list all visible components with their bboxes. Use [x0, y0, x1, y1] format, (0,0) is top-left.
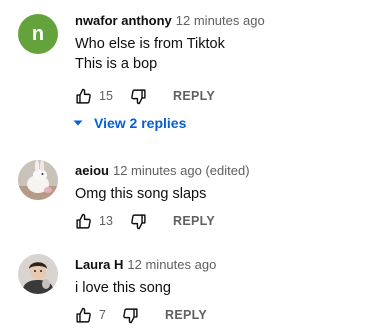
- thumbs-down-icon[interactable]: [129, 87, 147, 105]
- thumbs-up-icon[interactable]: [74, 87, 92, 105]
- like-count: 13: [99, 214, 113, 228]
- comment-actions: 7 REPLY: [74, 305, 207, 325]
- comment-text-line: Who else is from Tiktok: [75, 36, 225, 52]
- avatar[interactable]: n: [18, 14, 58, 54]
- like-count: 7: [99, 308, 106, 322]
- thumbs-up-icon[interactable]: [74, 212, 92, 230]
- comment-thread: Laura H 12 minutes ago i love this song 7…: [0, 245, 391, 336]
- comment-text-line: Omg this song slaps: [75, 186, 207, 202]
- comment-header: nwafor anthony 12 minutes ago: [75, 12, 383, 30]
- comment-header: Laura H 12 minutes ago: [75, 256, 383, 274]
- comment-author[interactable]: Laura H: [75, 257, 123, 272]
- comment-actions: 13 REPLY: [74, 211, 215, 231]
- person-avatar-image: [18, 254, 58, 294]
- reply-button[interactable]: REPLY: [165, 308, 207, 322]
- comment-timestamp[interactable]: 12 minutes ago: [176, 13, 265, 28]
- avatar[interactable]: [18, 254, 58, 294]
- comment-thread: n nwafor anthony 12 minutes ago Who else …: [0, 0, 391, 140]
- view-replies-label: View 2 replies: [94, 115, 187, 131]
- comment-text-line: i love this song: [75, 280, 171, 296]
- reply-button[interactable]: REPLY: [173, 89, 215, 103]
- rabbit-avatar-image: [18, 160, 58, 200]
- comment-header: aeiou 12 minutes ago (edited): [75, 162, 383, 180]
- reply-button[interactable]: REPLY: [173, 214, 215, 228]
- chevron-down-icon: [72, 117, 84, 129]
- thumbs-up-icon[interactable]: [74, 306, 92, 324]
- comment-author[interactable]: aeiou: [75, 163, 109, 178]
- thumbs-down-icon[interactable]: [121, 306, 139, 324]
- avatar[interactable]: [18, 160, 58, 200]
- thumbs-down-icon[interactable]: [129, 212, 147, 230]
- comment-actions: 15 REPLY: [74, 86, 215, 106]
- like-count: 15: [99, 89, 113, 103]
- avatar-letter: n: [31, 22, 45, 45]
- comment-thread: aeiou 12 minutes ago (edited) Omg this so…: [0, 150, 391, 240]
- comment-author[interactable]: nwafor anthony: [75, 13, 172, 28]
- comment-text-line: This is a bop: [75, 56, 158, 72]
- comment-timestamp[interactable]: 12 minutes ago: [127, 257, 216, 272]
- comment-timestamp[interactable]: 12 minutes ago (edited): [113, 163, 250, 178]
- view-replies-button[interactable]: View 2 replies: [72, 113, 186, 133]
